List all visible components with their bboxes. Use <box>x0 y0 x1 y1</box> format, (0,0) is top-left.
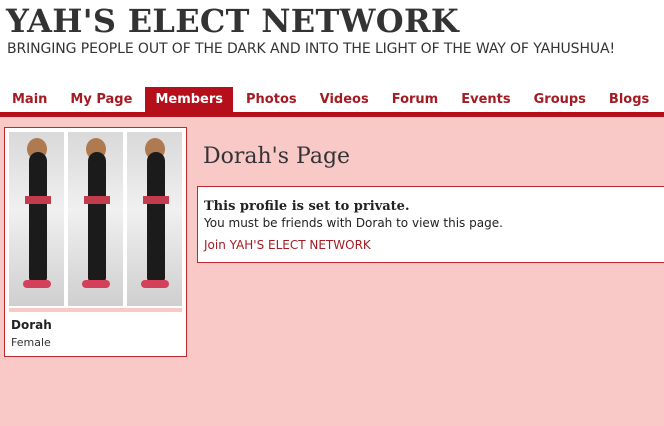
site-title[interactable]: YAH'S ELECT NETWORK <box>6 2 459 40</box>
main-nav: Main My Page Members Photos Videos Forum… <box>0 87 664 113</box>
card-separator <box>9 308 182 312</box>
join-network-link[interactable]: Join YAH'S ELECT NETWORK <box>204 238 371 252</box>
site-tagline: BRINGING PEOPLE OUT OF THE DARK AND INTO… <box>7 41 616 57</box>
member-name: Dorah <box>11 318 52 332</box>
nav-item-main[interactable]: Main <box>2 87 57 113</box>
main-content: Dorah Female Dorah's Page This profile i… <box>0 117 664 426</box>
nav-item-members[interactable]: Members <box>145 87 234 113</box>
nav-item-forum[interactable]: Forum <box>382 87 449 113</box>
nav-item-photos[interactable]: Photos <box>236 87 307 113</box>
member-gender: Female <box>11 336 51 349</box>
page-title: Dorah's Page <box>203 144 351 169</box>
photo-panel <box>127 132 182 306</box>
nav-item-blogs[interactable]: Blogs <box>599 87 659 113</box>
private-notice-message: You must be friends with Dorah to view t… <box>204 216 503 230</box>
nav-item-events[interactable]: Events <box>451 87 520 113</box>
photo-panel <box>9 132 64 306</box>
nav-item-videos[interactable]: Videos <box>310 87 379 113</box>
private-notice-title: This profile is set to private. <box>204 199 410 214</box>
nav-item-groups[interactable]: Groups <box>524 87 596 113</box>
nav-item-my-page[interactable]: My Page <box>60 87 142 113</box>
photo-panel <box>68 132 123 306</box>
profile-photo[interactable] <box>9 132 182 306</box>
profile-card: Dorah Female <box>4 127 187 357</box>
private-profile-notice: This profile is set to private. You must… <box>197 186 664 263</box>
